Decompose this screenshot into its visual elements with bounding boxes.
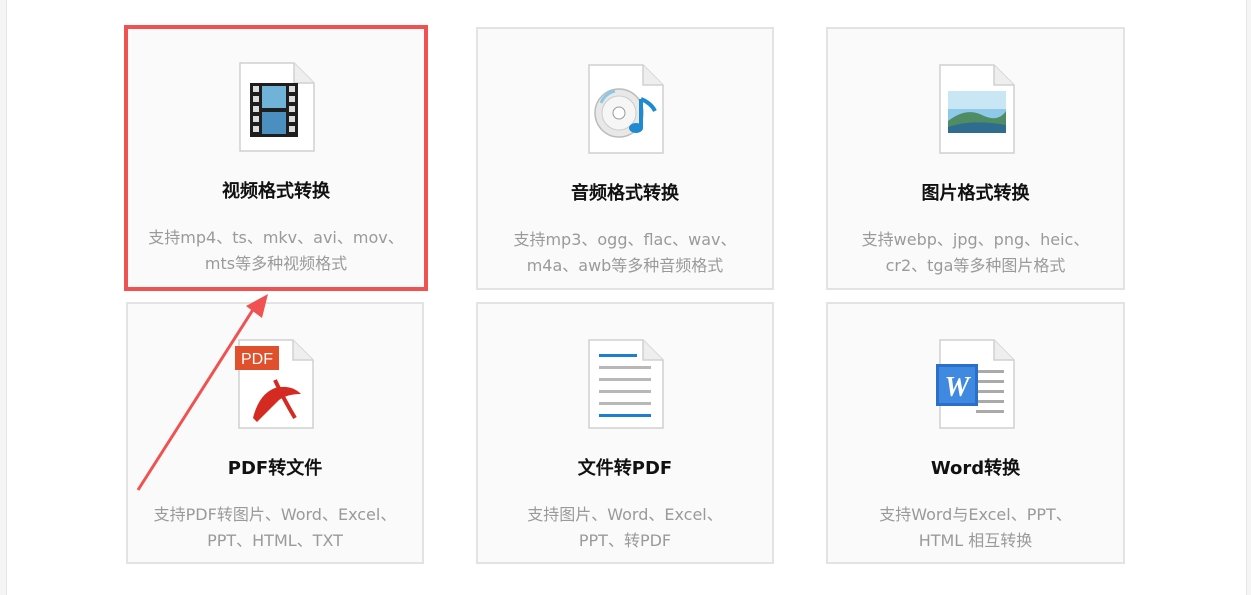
word-file-icon: W [935,338,1016,430]
card-title: 音频格式转换 [571,183,679,204]
pdf-icon-label: PDF [241,351,273,368]
file-to-pdf-card[interactable]: 文件转PDF 支持图片、Word、Excel、 PPT、转PDF [476,302,774,564]
word-icon-label: W [944,372,971,403]
video-file-icon [236,61,316,153]
card-title: PDF转文件 [227,458,323,479]
image-convert-card[interactable]: 图片格式转换 支持webp、jpg、png、heic、 cr2、tga等多种图片… [826,27,1125,290]
pdf-file-icon: PDF [235,338,315,430]
card-description: 支持mp3、ogg、flac、wav、 m4a、awb等多种音频格式 [513,230,737,275]
card-description: 支持Word与Excel、PPT、 HTML 相互转换 [879,505,1072,550]
image-file-icon [936,63,1016,155]
audio-file-icon [585,63,665,155]
card-title: 文件转PDF [577,458,673,479]
card-description: 支持mp4、ts、mkv、avi、mov、 mts等多种视频格式 [148,228,404,273]
card-title: Word转换 [930,458,1021,479]
card-title: 视频格式转换 [222,181,330,202]
text-file-icon [585,338,665,430]
card-description: 支持webp、jpg、png、heic、 cr2、tga等多种图片格式 [861,230,1090,275]
audio-convert-card[interactable]: 音频格式转换 支持mp3、ogg、flac、wav、 m4a、awb等多种音频格… [476,27,774,290]
word-convert-card[interactable]: W Word转换 支持Word与Excel、PPT、 HTML 相互转换 [826,302,1125,564]
card-title: 图片格式转换 [921,183,1030,204]
video-convert-card[interactable]: 视频格式转换 支持mp4、ts、mkv、avi、mov、 mts等多种视频格式 [124,25,428,291]
pdf-to-file-card[interactable]: PDF PDF转文件 支持PDF转图片、Word、Excel、 PPT、HTML… [126,302,424,564]
card-description: 支持图片、Word、Excel、 PPT、转PDF [527,505,723,550]
card-description: 支持PDF转图片、Word、Excel、 PPT、HTML、TXT [153,505,397,550]
